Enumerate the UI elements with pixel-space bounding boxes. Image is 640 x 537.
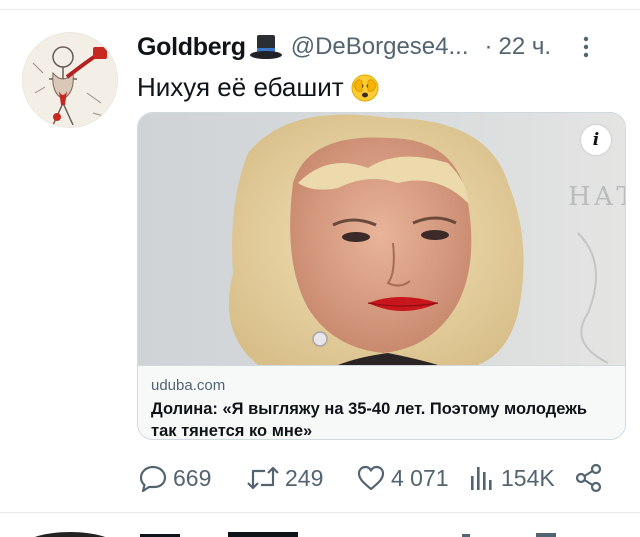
- bottom-divider: [0, 512, 640, 513]
- like-button[interactable]: 4 071: [355, 458, 449, 498]
- next-tweet-cropped-content: [34, 532, 556, 537]
- next-tweet-partial: [0, 526, 640, 537]
- top-hat-icon: [249, 35, 282, 59]
- card-image: НАТ: [138, 113, 626, 365]
- views-chart-icon: [471, 467, 492, 490]
- top-divider: [0, 9, 640, 10]
- avatar-illustration: [23, 33, 117, 127]
- like-count: 4 071: [391, 464, 449, 491]
- author-handle[interactable]: @DeBorgese4...: [291, 33, 469, 61]
- separator-dot: ·: [484, 33, 493, 60]
- share-button[interactable]: [573, 458, 605, 498]
- info-icon[interactable]: i: [581, 125, 611, 155]
- tweet-timestamp[interactable]: 22 ч.: [499, 33, 552, 61]
- peeking-face-emoji-icon: [351, 74, 379, 101]
- tweet-header: Goldberg @DeBorgese4... · 22 ч.: [137, 30, 617, 64]
- avatar[interactable]: [22, 32, 118, 128]
- tweet-actions: 669 249 4 071 154K: [137, 458, 607, 498]
- reply-count: 669: [173, 464, 212, 491]
- views-button[interactable]: 154K: [467, 458, 555, 498]
- card-footer[interactable]: uduba.com Долина: «Я выгляжу на 35-40 ле…: [138, 365, 625, 440]
- tweet-text: Нихуя её ебашит: [137, 72, 380, 103]
- heart-icon: [357, 465, 385, 491]
- view-count: 154K: [501, 464, 555, 491]
- author-name[interactable]: Goldberg: [137, 33, 246, 62]
- share-icon: [575, 463, 602, 493]
- reply-button[interactable]: 669: [137, 458, 211, 498]
- svg-text:НАТ: НАТ: [568, 182, 626, 212]
- reply-icon: [139, 465, 167, 493]
- tweet-text-content: Нихуя её ебашит: [137, 72, 344, 102]
- more-options-icon[interactable]: [581, 34, 591, 60]
- card-domain: uduba.com: [151, 377, 226, 394]
- link-preview-card[interactable]: НАТ i uduba.com Долина: «Я выгляжу на 35…: [137, 112, 626, 440]
- retweet-count: 249: [285, 464, 324, 491]
- card-title: Долина: «Я выгляжу на 35-40 лет. Поэтому…: [151, 400, 588, 440]
- retweet-button[interactable]: 249: [245, 458, 323, 498]
- retweet-icon: [247, 466, 279, 490]
